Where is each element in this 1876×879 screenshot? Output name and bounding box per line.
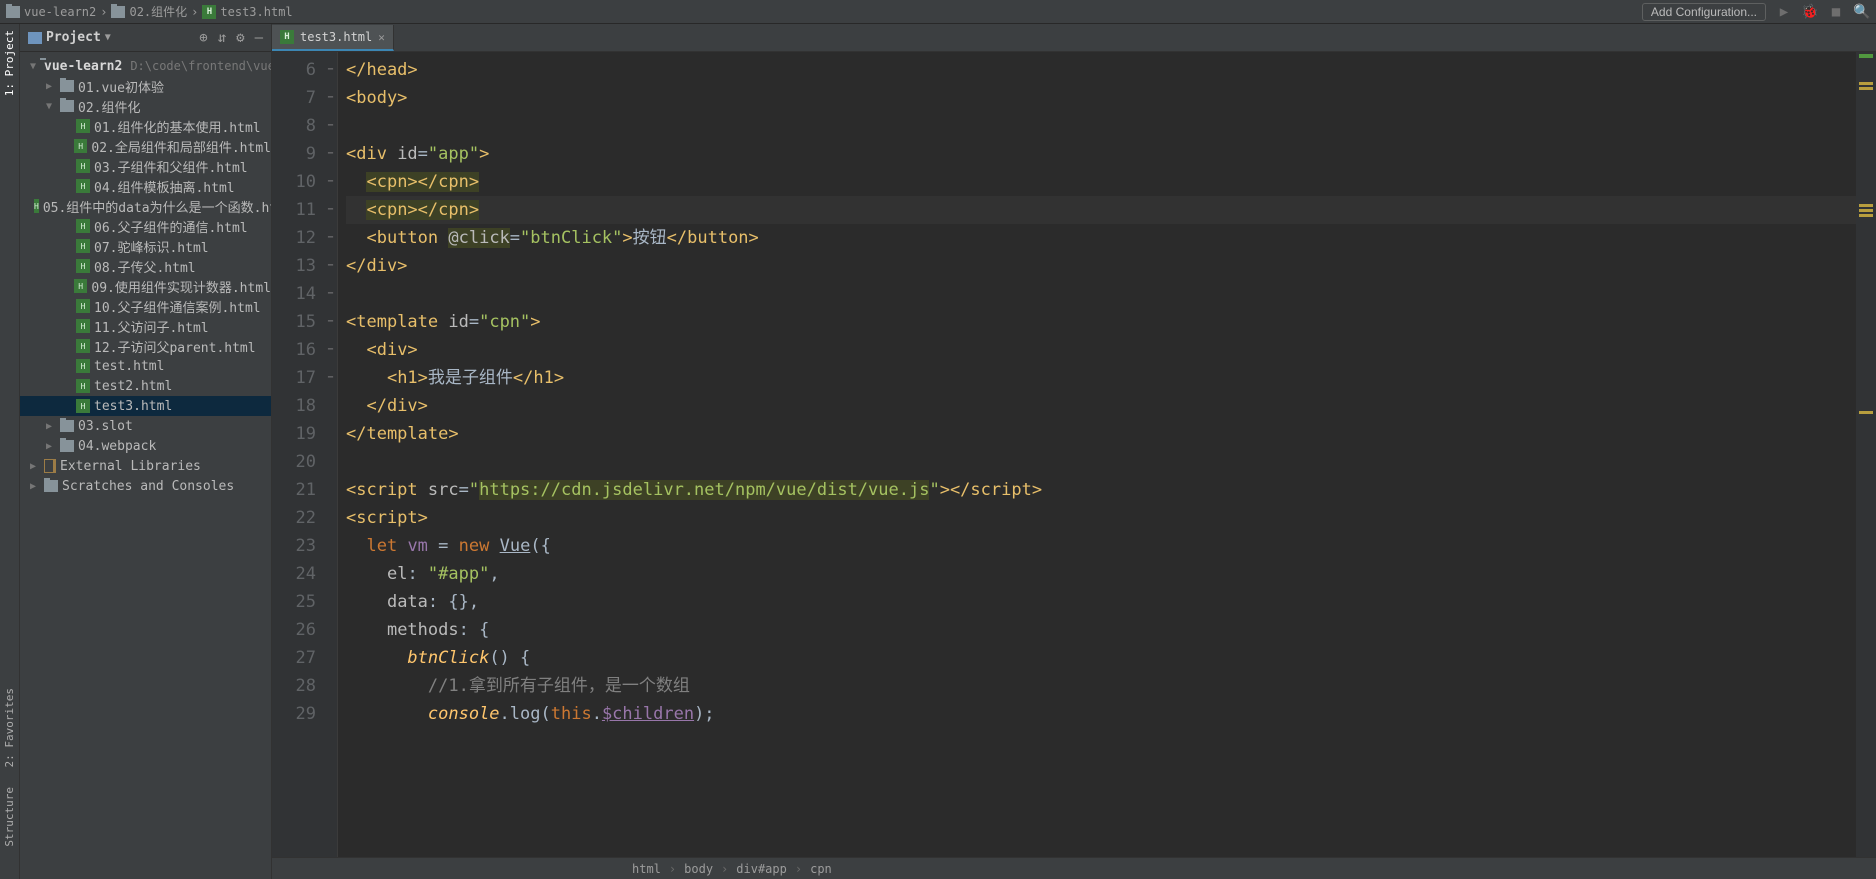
search-icon[interactable]: 🔍 xyxy=(1854,4,1870,20)
tree-item[interactable]: ▼02.组件化 xyxy=(20,96,271,116)
warning-marker xyxy=(1859,204,1873,207)
tab-label: test3.html xyxy=(300,30,372,44)
tree-item[interactable]: H11.父访问子.html xyxy=(20,316,271,336)
html-icon: H xyxy=(76,259,90,273)
editor-tabs: H test3.html ✕ xyxy=(272,24,1876,52)
collapse-icon[interactable]: ⇵ xyxy=(218,30,226,46)
editor-crumb[interactable]: html xyxy=(632,862,661,876)
tree-item[interactable]: H07.驼峰标识.html xyxy=(20,236,271,256)
editor-crumb[interactable]: cpn xyxy=(810,862,832,876)
breadcrumb-folder-label: 02.组件化 xyxy=(129,3,187,20)
html-icon: H xyxy=(76,119,90,133)
html-icon: H xyxy=(76,339,90,353)
breadcrumb-root-label: vue-learn2 xyxy=(24,5,96,19)
error-stripe[interactable] xyxy=(1856,52,1876,857)
folder-icon xyxy=(60,440,74,452)
tool-structure[interactable]: Structure xyxy=(3,787,16,847)
tree-item[interactable]: Htest2.html xyxy=(20,376,271,396)
chevron-right-icon: › xyxy=(795,862,802,876)
tree-item[interactable]: ▶01.vue初体验 xyxy=(20,76,271,96)
tree-item[interactable]: Htest.html xyxy=(20,356,271,376)
html-icon: H xyxy=(74,279,87,293)
html-icon: H xyxy=(76,159,90,173)
tree-item[interactable]: H05.组件中的data为什么是一个函数.ht xyxy=(20,196,271,216)
folder-icon xyxy=(60,100,74,112)
warning-marker xyxy=(1859,82,1873,85)
breadcrumb-file[interactable]: H test3.html xyxy=(202,5,292,19)
html-icon: H xyxy=(202,5,216,19)
left-tool-strip: 1: Project 2: Favorites Structure xyxy=(0,24,20,879)
warning-marker xyxy=(1859,209,1873,212)
editor-crumb[interactable]: body xyxy=(684,862,713,876)
tree-item[interactable]: ▶04.webpack xyxy=(20,436,271,456)
tree-item[interactable]: ▶External Libraries xyxy=(20,456,271,476)
tree-item[interactable]: H01.组件化的基本使用.html xyxy=(20,116,271,136)
library-icon xyxy=(44,459,56,473)
locate-icon[interactable]: ⊕ xyxy=(199,30,207,46)
editor-area: H test3.html ✕ 6789101112131415161718192… xyxy=(272,24,1876,879)
project-panel: Project ▼ ⊕ ⇵ ⚙ — ▼vue-learn2D:\code\fro… xyxy=(20,24,272,879)
add-configuration-button[interactable]: Add Configuration... xyxy=(1642,3,1766,21)
tree-item[interactable]: H09.使用组件实现计数器.html xyxy=(20,276,271,296)
chevron-right-icon: › xyxy=(100,5,107,19)
html-icon: H xyxy=(76,239,90,253)
folder-icon xyxy=(6,6,20,18)
folder-icon xyxy=(44,480,58,492)
stop-icon[interactable]: ■ xyxy=(1828,4,1844,20)
tree-item[interactable]: H10.父子组件通信案例.html xyxy=(20,296,271,316)
tree-item[interactable]: H06.父子组件的通信.html xyxy=(20,216,271,236)
gear-icon[interactable]: ⚙ xyxy=(236,30,244,46)
editor-crumb[interactable]: div#app xyxy=(736,862,787,876)
html-icon: H xyxy=(76,299,90,313)
html-icon: H xyxy=(34,199,39,213)
breadcrumb-root[interactable]: vue-learn2 xyxy=(6,5,96,19)
run-icon[interactable]: ▶ xyxy=(1776,4,1792,20)
tree-item[interactable]: H12.子访问父parent.html xyxy=(20,336,271,356)
project-panel-header: Project ▼ ⊕ ⇵ ⚙ — xyxy=(20,24,271,52)
chevron-down-icon: ▼ xyxy=(105,32,111,43)
chevron-right-icon: › xyxy=(669,862,676,876)
project-panel-title[interactable]: Project ▼ xyxy=(28,30,111,45)
html-icon: H xyxy=(76,379,90,393)
chevron-right-icon: › xyxy=(721,862,728,876)
code-editor[interactable]: </head><body> <div id="app"> <cpn></cpn>… xyxy=(338,52,1856,857)
html-icon: H xyxy=(76,399,90,413)
html-icon: H xyxy=(76,319,90,333)
tree-file-selected[interactable]: Htest3.html xyxy=(20,396,271,416)
status-marker xyxy=(1859,54,1873,58)
tool-project[interactable]: 1: Project xyxy=(3,30,16,96)
html-icon: H xyxy=(74,139,87,153)
warning-marker xyxy=(1859,87,1873,90)
tab-test3[interactable]: H test3.html ✕ xyxy=(272,25,394,51)
tree-item[interactable]: ▶Scratches and Consoles xyxy=(20,476,271,496)
line-gutter[interactable]: 6789101112131415161718192021222324252627… xyxy=(272,52,324,857)
html-icon: H xyxy=(280,30,294,44)
html-icon: H xyxy=(76,359,90,373)
folder-icon xyxy=(60,420,74,432)
top-toolbar: vue-learn2 › 02.组件化 › H test3.html Add C… xyxy=(0,0,1876,24)
tool-favorites[interactable]: 2: Favorites xyxy=(3,688,16,767)
project-tree[interactable]: ▼vue-learn2D:\code\frontend\vue-learn▶01… xyxy=(20,52,271,500)
tree-item[interactable]: H08.子传父.html xyxy=(20,256,271,276)
fold-gutter[interactable]: −−−−−−−−−−−− xyxy=(324,52,338,857)
editor-breadcrumbs[interactable]: html › body › div#app › cpn xyxy=(272,857,1876,879)
breadcrumb-file-label: test3.html xyxy=(220,5,292,19)
html-icon: H xyxy=(76,179,90,193)
folder-icon xyxy=(60,80,74,92)
tree-item[interactable]: H02.全局组件和局部组件.html xyxy=(20,136,271,156)
hide-icon[interactable]: — xyxy=(255,30,263,46)
close-icon[interactable]: ✕ xyxy=(378,31,385,44)
chevron-right-icon: › xyxy=(191,5,198,19)
tree-item[interactable]: ▶03.slot xyxy=(20,416,271,436)
tree-item[interactable]: H03.子组件和父组件.html xyxy=(20,156,271,176)
tree-item[interactable]: ▼vue-learn2D:\code\frontend\vue-learn xyxy=(20,56,271,76)
breadcrumb-folder[interactable]: 02.组件化 xyxy=(111,3,187,20)
html-icon: H xyxy=(76,219,90,233)
warning-marker xyxy=(1859,214,1873,217)
tree-item[interactable]: H04.组件模板抽离.html xyxy=(20,176,271,196)
debug-icon[interactable]: 🐞 xyxy=(1802,4,1818,20)
folder-icon xyxy=(111,6,125,18)
warning-marker xyxy=(1859,411,1873,414)
